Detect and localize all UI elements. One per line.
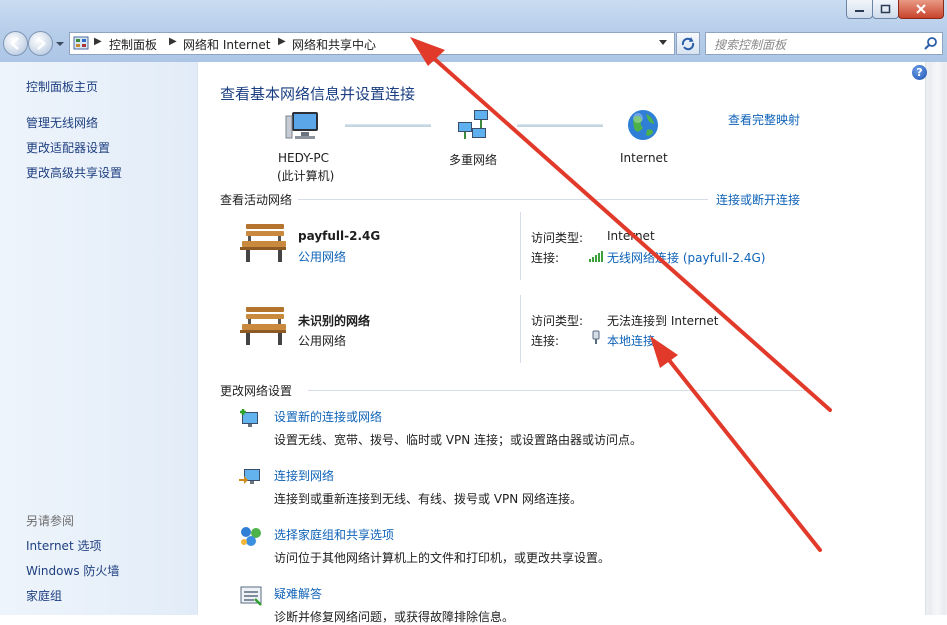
- red-arrow-to-address-bar: [410, 37, 832, 412]
- annotation-arrows: [410, 37, 832, 552]
- red-arrow-to-local-connection: [650, 336, 822, 552]
